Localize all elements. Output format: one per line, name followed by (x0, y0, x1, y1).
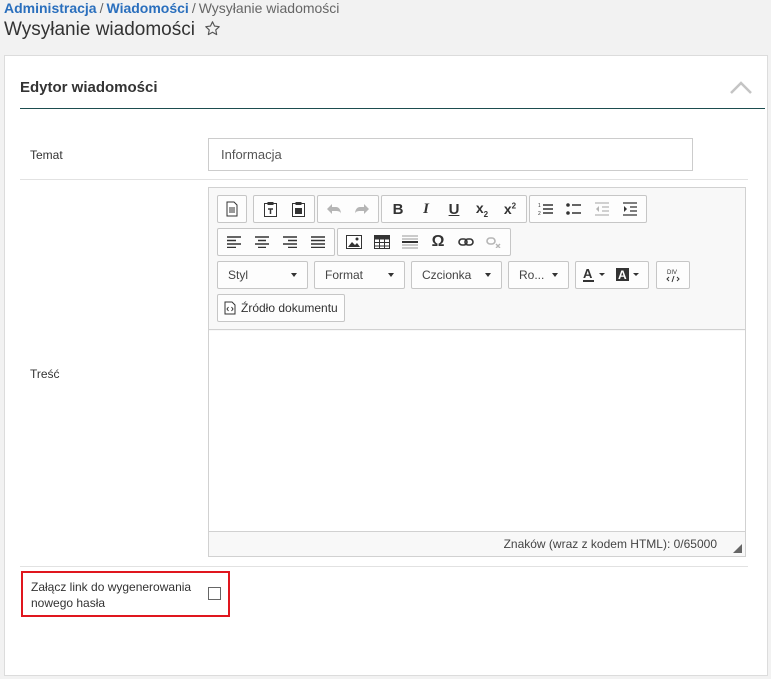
toolbar-group-colors: A A (575, 261, 649, 289)
superscript-icon[interactable]: x2 (496, 197, 524, 221)
subject-label: Temat (30, 148, 63, 162)
toolbar-group-div: DIV (656, 261, 690, 289)
text-color-icon[interactable]: A (578, 263, 612, 287)
editor-content-area[interactable] (209, 331, 745, 531)
undo-icon[interactable] (320, 197, 348, 221)
character-count: Znaków (wraz z kodem HTML): 0/65000 (503, 537, 717, 551)
div-container-icon[interactable]: DIV (659, 263, 687, 287)
table-icon[interactable] (368, 230, 396, 254)
svg-text:A: A (618, 268, 627, 282)
toolbar-group-basicstyles: B I U x2 x2 (381, 195, 527, 223)
panel-title: Edytor wiadomości (20, 79, 158, 96)
chevron-up-icon[interactable] (729, 79, 753, 95)
caret-down-icon (291, 273, 297, 277)
font-dropdown-label: Czcionka (422, 268, 472, 282)
attach-link-checkbox[interactable] (208, 587, 221, 600)
bulleted-list-icon[interactable] (560, 197, 588, 221)
paste-text-icon[interactable] (256, 197, 284, 221)
attach-link-highlight: Załącz link do wygenerowania nowego hasł… (21, 571, 230, 617)
svg-text:DIV: DIV (667, 270, 677, 276)
style-dropdown[interactable]: Styl (217, 261, 308, 289)
style-dropdown-label: Styl (228, 268, 249, 282)
toolbar-group-lists: 12 (529, 195, 647, 223)
caret-down-icon (552, 273, 558, 277)
indent-icon[interactable] (616, 197, 644, 221)
attach-link-label: Załącz link do wygenerowania nowego hasł… (31, 580, 192, 610)
subject-input[interactable] (208, 138, 693, 171)
svg-text:A: A (583, 267, 593, 281)
subscript-icon[interactable]: x2 (468, 197, 496, 221)
toolbar-group-undo (317, 195, 379, 223)
underline-icon[interactable]: U (440, 197, 468, 221)
breadcrumb: Administracja / Wiadomości / Wysyłanie wiado… (4, 0, 339, 16)
rich-text-editor: B I U x2 x2 12 Ω Styl Format Czcionka Ro… (208, 187, 746, 557)
breadcrumb-current: Wysyłanie wiadomości (198, 0, 340, 16)
numbered-list-icon[interactable]: 12 (532, 197, 560, 221)
svg-text:1: 1 (538, 203, 541, 209)
page-title-row: Wysyłanie wiadomości (4, 18, 221, 44)
size-dropdown[interactable]: Ro... (508, 261, 569, 289)
star-outline-icon[interactable] (204, 20, 221, 44)
outdent-icon[interactable] (588, 197, 616, 221)
toolbar-group-document (217, 195, 247, 223)
breadcrumb-separator: / (191, 0, 196, 16)
toolbar-group-clipboard (253, 195, 315, 223)
unlink-icon[interactable] (480, 230, 508, 254)
special-char-icon[interactable]: Ω (424, 230, 452, 254)
editor-status-bar: Znaków (wraz z kodem HTML): 0/65000 (209, 531, 745, 556)
source-button-label: Źródło dokumentu (241, 301, 338, 315)
caret-down-icon (388, 273, 394, 277)
horizontal-line-icon[interactable] (396, 230, 424, 254)
format-dropdown-label: Format (325, 268, 364, 282)
resize-handle-icon[interactable] (733, 544, 742, 553)
align-left-icon[interactable] (220, 230, 248, 254)
align-right-icon[interactable] (276, 230, 304, 254)
source-icon (224, 301, 236, 315)
align-center-icon[interactable] (248, 230, 276, 254)
caret-down-icon (485, 273, 491, 277)
redo-icon[interactable] (348, 197, 376, 221)
breadcrumb-link-administracja[interactable]: Administracja (4, 0, 97, 16)
italic-icon[interactable]: I (412, 197, 440, 221)
svg-text:2: 2 (538, 211, 541, 216)
background-color-icon[interactable]: A (612, 263, 646, 287)
content-label: Treść (30, 367, 60, 381)
panel-header: Edytor wiadomości (20, 73, 765, 109)
new-page-icon[interactable] (220, 197, 244, 221)
font-dropdown[interactable]: Czcionka (411, 261, 502, 289)
toolbar-group-insert: Ω (337, 228, 511, 256)
format-dropdown[interactable]: Format (314, 261, 405, 289)
divider (20, 566, 748, 567)
toolbar-group-align (217, 228, 335, 256)
breadcrumb-link-wiadomosci[interactable]: Wiadomości (106, 0, 188, 16)
size-dropdown-label: Ro... (519, 268, 545, 282)
editor-toolbar: B I U x2 x2 12 Ω Styl Format Czcionka Ro… (209, 188, 745, 330)
justify-icon[interactable] (304, 230, 332, 254)
paste-word-icon[interactable] (284, 197, 312, 221)
image-icon[interactable] (340, 230, 368, 254)
link-icon[interactable] (452, 230, 480, 254)
breadcrumb-separator: / (99, 0, 104, 16)
bold-icon[interactable]: B (384, 197, 412, 221)
source-button[interactable]: Źródło dokumentu (217, 294, 345, 322)
page-title: Wysyłanie wiadomości (4, 19, 195, 40)
divider (20, 179, 748, 180)
